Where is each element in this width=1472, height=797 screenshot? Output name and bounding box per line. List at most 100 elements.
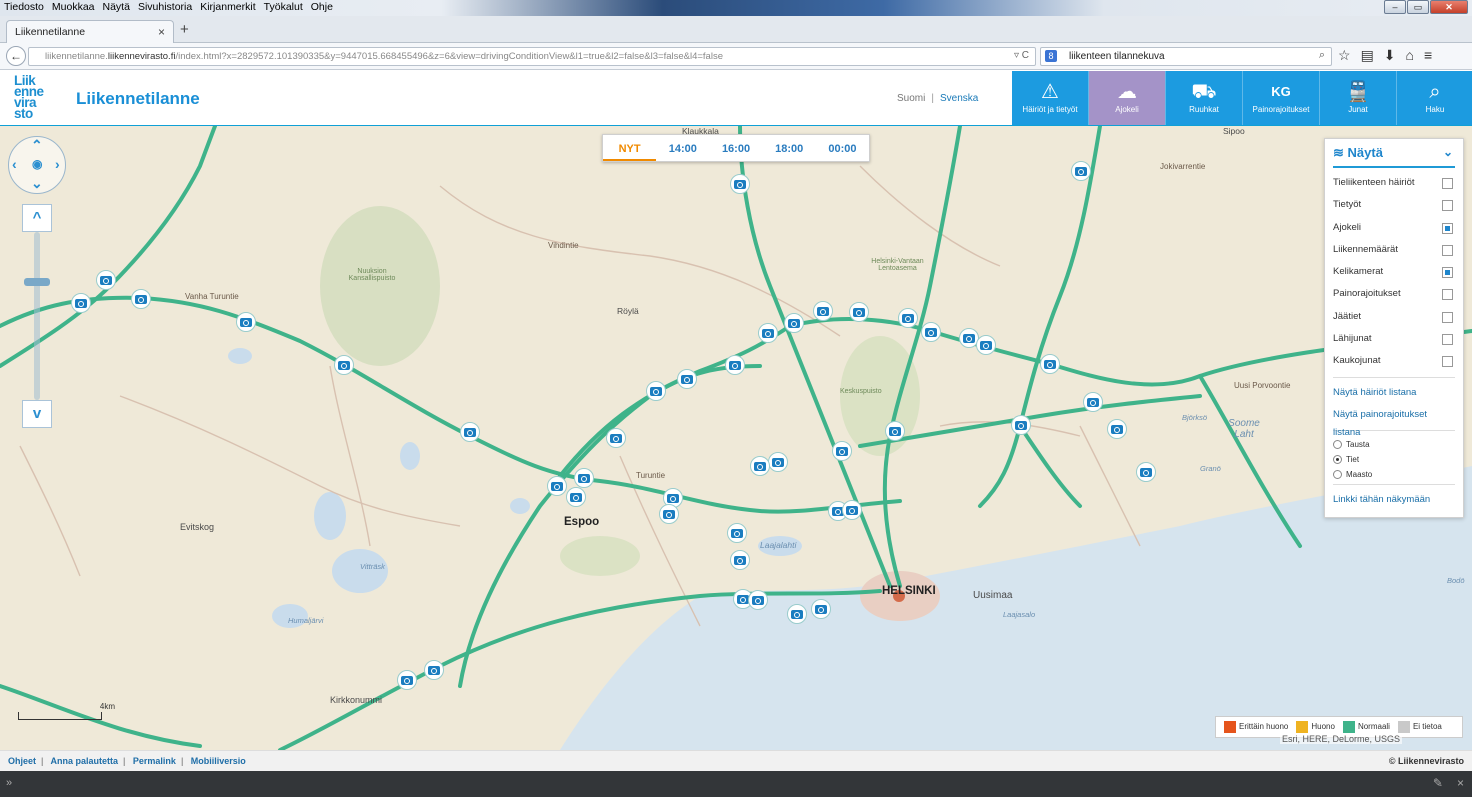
- pan-down-icon[interactable]: ⌄: [31, 175, 43, 192]
- weather-camera-icon[interactable]: [574, 468, 594, 488]
- layer-checkbox[interactable]: [1442, 200, 1453, 212]
- lang-swedish-link[interactable]: Svenska: [940, 93, 978, 104]
- layer-item[interactable]: Painorajoitukset: [1333, 285, 1455, 307]
- zoom-slider-handle[interactable]: [24, 278, 50, 286]
- weather-camera-icon[interactable]: [131, 289, 151, 309]
- weather-camera-icon[interactable]: [96, 270, 116, 290]
- layer-item[interactable]: Tieliikenteen häiriöt: [1333, 174, 1455, 196]
- bg-radio-maasto[interactable]: Maasto: [1333, 467, 1455, 482]
- chevron-down-icon[interactable]: ⌄: [1443, 145, 1453, 159]
- layer-checkbox[interactable]: [1442, 356, 1453, 368]
- layer-checkbox[interactable]: [1442, 222, 1453, 234]
- show-disruptions-list-link[interactable]: Näytä häiriöt listana: [1333, 384, 1455, 406]
- nav-ruuhkat[interactable]: ⛟ Ruuhkat: [1166, 71, 1243, 125]
- weather-camera-icon[interactable]: [921, 322, 941, 342]
- zoom-in-button[interactable]: ^: [22, 204, 52, 232]
- pan-up-icon[interactable]: ⌃: [31, 137, 43, 154]
- weather-camera-icon[interactable]: [727, 523, 747, 543]
- weather-camera-icon[interactable]: [750, 456, 770, 476]
- minimize-button[interactable]: –: [1384, 0, 1406, 14]
- menu-history[interactable]: Sivuhistoria: [138, 1, 192, 13]
- layer-item[interactable]: Lähijunat: [1333, 330, 1455, 352]
- weather-camera-icon[interactable]: [1083, 392, 1103, 412]
- nav-junat[interactable]: 🚆 Junat: [1320, 71, 1397, 125]
- radio-button[interactable]: [1333, 439, 1342, 449]
- close-icon[interactable]: ×: [1457, 776, 1464, 790]
- layer-item[interactable]: Jäätiet: [1333, 308, 1455, 330]
- weather-camera-icon[interactable]: [646, 381, 666, 401]
- reading-list-icon[interactable]: ▤: [1361, 47, 1374, 64]
- lang-finnish-link[interactable]: Suomi: [897, 93, 925, 104]
- layer-item[interactable]: Tietyöt: [1333, 196, 1455, 218]
- menu-help[interactable]: Ohje: [311, 1, 333, 13]
- close-tab-icon[interactable]: ×: [158, 25, 165, 39]
- weather-camera-icon[interactable]: [730, 174, 750, 194]
- weather-camera-icon[interactable]: [748, 590, 768, 610]
- bg-radio-tiet[interactable]: Tiet: [1333, 452, 1455, 467]
- pan-center-icon[interactable]: ◉: [32, 157, 42, 171]
- weather-camera-icon[interactable]: [849, 302, 869, 322]
- nav-ajokeli[interactable]: ☁ Ajokeli: [1089, 71, 1166, 125]
- menu-icon[interactable]: ≡: [1424, 47, 1432, 64]
- browser-tab[interactable]: Liikennetilanne ×: [6, 20, 174, 43]
- radio-button[interactable]: [1333, 454, 1342, 464]
- home-icon[interactable]: ⌂: [1406, 47, 1414, 64]
- weather-camera-icon[interactable]: [236, 312, 256, 332]
- weather-camera-icon[interactable]: [566, 487, 586, 507]
- menu-view[interactable]: Näytä: [103, 1, 130, 13]
- nav-hairiot[interactable]: ⚠ Häiriöt ja tietyöt: [1012, 71, 1089, 125]
- reload-icon[interactable]: ▿ C: [1014, 50, 1029, 61]
- layer-item[interactable]: Liikennemäärät: [1333, 241, 1455, 263]
- menu-edit[interactable]: Muokkaa: [52, 1, 95, 13]
- show-weight-limits-list-link[interactable]: Näytä painorajoitukset listana: [1333, 406, 1455, 438]
- addon-expand-icon[interactable]: »: [6, 777, 12, 789]
- time-18-button[interactable]: 18:00: [763, 135, 816, 161]
- weather-camera-icon[interactable]: [768, 452, 788, 472]
- layer-checkbox[interactable]: [1442, 289, 1453, 301]
- time-00-button[interactable]: 00:00: [816, 135, 869, 161]
- weather-camera-icon[interactable]: [1136, 462, 1156, 482]
- layers-header[interactable]: ≋ Näytä ⌄: [1333, 145, 1455, 168]
- liikennevirasto-logo[interactable]: Liik enne vira sto: [14, 74, 58, 123]
- layer-checkbox[interactable]: [1442, 311, 1453, 323]
- new-tab-button[interactable]: +: [180, 21, 189, 38]
- weather-camera-icon[interactable]: [832, 441, 852, 461]
- layer-checkbox[interactable]: [1442, 267, 1453, 279]
- weather-camera-icon[interactable]: [898, 308, 918, 328]
- weather-camera-icon[interactable]: [787, 604, 807, 624]
- address-bar[interactable]: liikennetilanne.liikennevirasto.fi/index…: [28, 47, 1036, 66]
- zoom-slider[interactable]: [24, 232, 50, 400]
- weather-camera-icon[interactable]: [71, 293, 91, 313]
- menu-tools[interactable]: Työkalut: [264, 1, 303, 13]
- weather-camera-icon[interactable]: [1107, 419, 1127, 439]
- weather-camera-icon[interactable]: [677, 369, 697, 389]
- zoom-out-button[interactable]: v: [22, 400, 52, 428]
- search-engine-icon[interactable]: 8: [1045, 50, 1057, 62]
- weather-camera-icon[interactable]: [725, 355, 745, 375]
- menu-bookmarks[interactable]: Kirjanmerkit: [200, 1, 255, 13]
- weather-camera-icon[interactable]: [842, 500, 862, 520]
- weather-camera-icon[interactable]: [730, 550, 750, 570]
- weather-camera-icon[interactable]: [758, 323, 778, 343]
- search-icon[interactable]: ⌕: [1319, 49, 1325, 62]
- weather-camera-icon[interactable]: [811, 599, 831, 619]
- weather-camera-icon[interactable]: [813, 301, 833, 321]
- layer-checkbox[interactable]: [1442, 244, 1453, 256]
- weather-camera-icon[interactable]: [397, 670, 417, 690]
- footer-link-permalink[interactable]: Permalink: [133, 756, 176, 766]
- layer-checkbox[interactable]: [1442, 334, 1453, 346]
- footer-link-palaute[interactable]: Anna palautetta: [51, 756, 119, 766]
- time-16-button[interactable]: 16:00: [709, 135, 762, 161]
- radio-button[interactable]: [1333, 469, 1342, 479]
- weather-camera-icon[interactable]: [424, 660, 444, 680]
- nav-haku[interactable]: ⌕ Haku: [1397, 71, 1472, 125]
- weather-camera-icon[interactable]: [885, 421, 905, 441]
- bookmark-star-icon[interactable]: ☆: [1338, 47, 1351, 64]
- weather-camera-icon[interactable]: [1011, 415, 1031, 435]
- weather-camera-icon[interactable]: [659, 504, 679, 524]
- time-now-button[interactable]: NYT: [603, 135, 657, 161]
- layer-item[interactable]: Kelikamerat: [1333, 263, 1455, 285]
- weather-camera-icon[interactable]: [460, 422, 480, 442]
- search-bar[interactable]: 8 liikenteen tilannekuva ⌕: [1040, 47, 1332, 66]
- layer-item[interactable]: Ajokeli: [1333, 219, 1455, 241]
